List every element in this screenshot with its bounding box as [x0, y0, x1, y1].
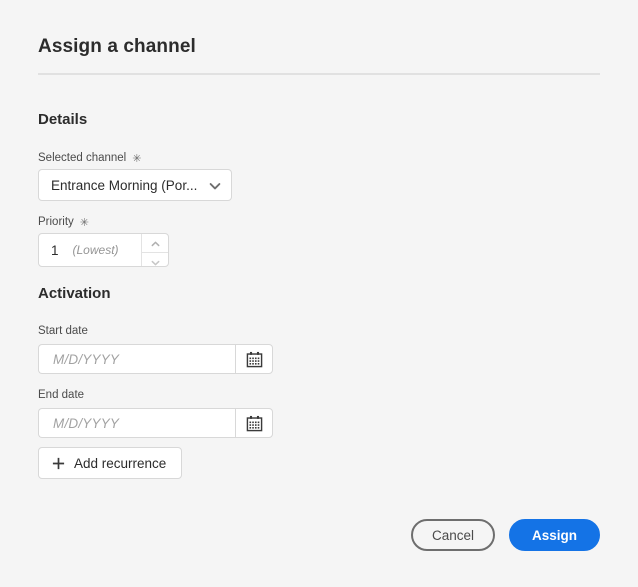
- start-date-label: Start date: [38, 325, 88, 337]
- end-date-field: M/D/YYYY: [38, 408, 273, 438]
- selected-channel-picker[interactable]: Entrance Morning (Por...: [38, 169, 232, 201]
- calendar-icon: [246, 415, 263, 432]
- title-divider: [38, 73, 600, 75]
- end-date-label: End date: [38, 389, 85, 401]
- section-heading-activation: Activation: [38, 285, 111, 302]
- required-asterisk-icon: ✳: [79, 217, 89, 229]
- priority-hint: (Lowest): [72, 243, 119, 257]
- start-date-placeholder: M/D/YYYY: [53, 351, 120, 367]
- start-date-field: M/D/YYYY: [38, 344, 273, 374]
- assign-channel-dialog: Assign a channel Details Selected channe…: [0, 0, 638, 587]
- plus-icon: [52, 457, 65, 470]
- selected-channel-label: Selected channel ✳: [38, 151, 142, 165]
- priority-stepper-buttons: [141, 234, 168, 266]
- dialog-footer: Cancel Assign: [410, 519, 600, 551]
- priority-input[interactable]: 1 (Lowest): [39, 234, 141, 266]
- chevron-up-icon: [151, 234, 160, 252]
- required-asterisk-icon: ✳: [132, 153, 142, 165]
- start-date-input[interactable]: M/D/YYYY: [38, 344, 235, 374]
- selected-channel-value: Entrance Morning (Por...: [51, 177, 198, 193]
- priority-stepper[interactable]: 1 (Lowest): [38, 233, 169, 267]
- selected-channel-label-text: Selected channel: [38, 152, 127, 164]
- end-date-calendar-button[interactable]: [235, 408, 273, 438]
- priority-value: 1: [51, 242, 59, 258]
- add-recurrence-label: Add recurrence: [74, 455, 167, 471]
- end-date-input[interactable]: M/D/YYYY: [38, 408, 235, 438]
- chevron-down-icon: [209, 179, 221, 191]
- section-heading-details: Details: [38, 111, 88, 128]
- calendar-icon: [246, 351, 263, 368]
- priority-label: Priority ✳: [38, 215, 89, 229]
- end-date-placeholder: M/D/YYYY: [53, 415, 120, 431]
- priority-decrement-button[interactable]: [142, 253, 168, 271]
- add-recurrence-button[interactable]: Add recurrence: [38, 447, 183, 479]
- priority-increment-button[interactable]: [142, 234, 168, 253]
- page-title: Assign a channel: [38, 36, 196, 57]
- priority-label-text: Priority: [38, 216, 74, 228]
- chevron-down-icon: [151, 253, 160, 271]
- assign-button[interactable]: Assign: [508, 519, 600, 551]
- start-date-calendar-button[interactable]: [235, 344, 273, 374]
- cancel-button[interactable]: Cancel: [410, 519, 495, 551]
